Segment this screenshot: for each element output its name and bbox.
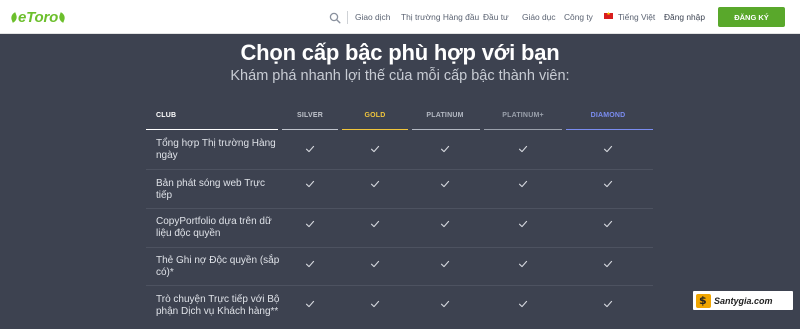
check-icon <box>440 179 450 189</box>
check-icon <box>440 299 450 309</box>
check-icon <box>440 144 450 154</box>
feature-label-debit-card: Thẻ Ghi nợ Độc quyền (sắp có)* <box>156 255 280 278</box>
signup-button[interactable]: ĐĂNG KÝ <box>718 7 785 27</box>
search-icon[interactable] <box>329 11 341 24</box>
watermark-text: Santygia.com <box>714 295 773 306</box>
nav-item-trading[interactable]: Giao dịch <box>355 12 390 22</box>
check-icon <box>305 219 315 229</box>
check-icon <box>518 299 528 309</box>
tier-header-platinum-plus: PLATINUM+ <box>502 112 544 119</box>
page-title: Chọn cấp bậc phù hợp với bạn <box>240 40 560 65</box>
check-icon <box>305 299 315 309</box>
check-icon <box>603 179 613 189</box>
check-icon <box>518 144 528 154</box>
check-icon <box>370 259 380 269</box>
nav-divider <box>347 11 348 24</box>
top-navbar: eToro Giao dịch Thị trường Hàng đầu Đầu … <box>0 0 800 34</box>
check-icon <box>603 144 613 154</box>
nav-item-invest[interactable]: Đầu tư <box>483 12 509 22</box>
platinum-plus-header-underline <box>484 129 562 130</box>
login-link[interactable]: Đăng nhập <box>664 12 705 22</box>
feature-label-live-chat: Trò chuyện Trực tiếp với Bộ phận Dịch vụ… <box>156 294 280 317</box>
tier-header-silver: SILVER <box>297 112 323 119</box>
vietnam-flag-icon <box>604 11 613 19</box>
nav-item-company[interactable]: Công ty <box>564 12 593 22</box>
check-icon <box>518 259 528 269</box>
row-divider <box>146 285 653 286</box>
club-column-header: CLUB <box>156 112 177 119</box>
row-divider <box>146 247 653 248</box>
check-icon <box>370 299 380 309</box>
etoro-logo[interactable]: eToro <box>9 8 67 26</box>
row-divider <box>146 169 653 170</box>
check-icon <box>440 219 450 229</box>
check-icon <box>518 179 528 189</box>
diamond-header-underline <box>566 129 653 130</box>
check-icon <box>305 144 315 154</box>
check-icon <box>370 179 380 189</box>
check-icon <box>370 144 380 154</box>
page-subtitle: Khám phá nhanh lợi thế của mỗi cấp bậc t… <box>230 68 570 84</box>
check-icon <box>305 179 315 189</box>
check-icon <box>305 259 315 269</box>
check-icon <box>603 299 613 309</box>
row-divider <box>146 208 653 209</box>
silver-header-underline <box>282 129 338 130</box>
feature-label-daily-market-summary: Tổng hợp Thị trường Hàng ngày <box>156 138 276 161</box>
tier-header-diamond: DIAMOND <box>590 112 626 119</box>
feature-label-copyportfolio: CopyPortfolio dựa trên dữ liệu độc quyền <box>156 216 272 239</box>
check-icon <box>603 259 613 269</box>
gold-header-underline <box>342 129 408 130</box>
logo-text: eToro <box>18 8 59 26</box>
dollar-logo-icon <box>696 293 711 308</box>
check-icon <box>518 219 528 229</box>
logo-leaf-right-icon <box>57 11 67 23</box>
check-icon <box>370 219 380 229</box>
check-icon <box>603 219 613 229</box>
platinum-header-underline <box>412 129 480 130</box>
watermark-badge: Santygia.com <box>693 291 793 310</box>
nav-item-education[interactable]: Giáo dục <box>522 12 556 22</box>
nav-item-top-markets[interactable]: Thị trường Hàng đầu <box>401 12 479 22</box>
feature-label-live-webcast: Bản phát sóng web Trực tiếp <box>156 178 265 201</box>
language-selector[interactable]: Tiếng Việt <box>618 12 655 22</box>
tier-header-gold: GOLD <box>364 112 386 119</box>
tier-header-platinum: PLATINUM <box>426 112 464 119</box>
check-icon <box>440 259 450 269</box>
club-header-underline <box>146 129 278 130</box>
